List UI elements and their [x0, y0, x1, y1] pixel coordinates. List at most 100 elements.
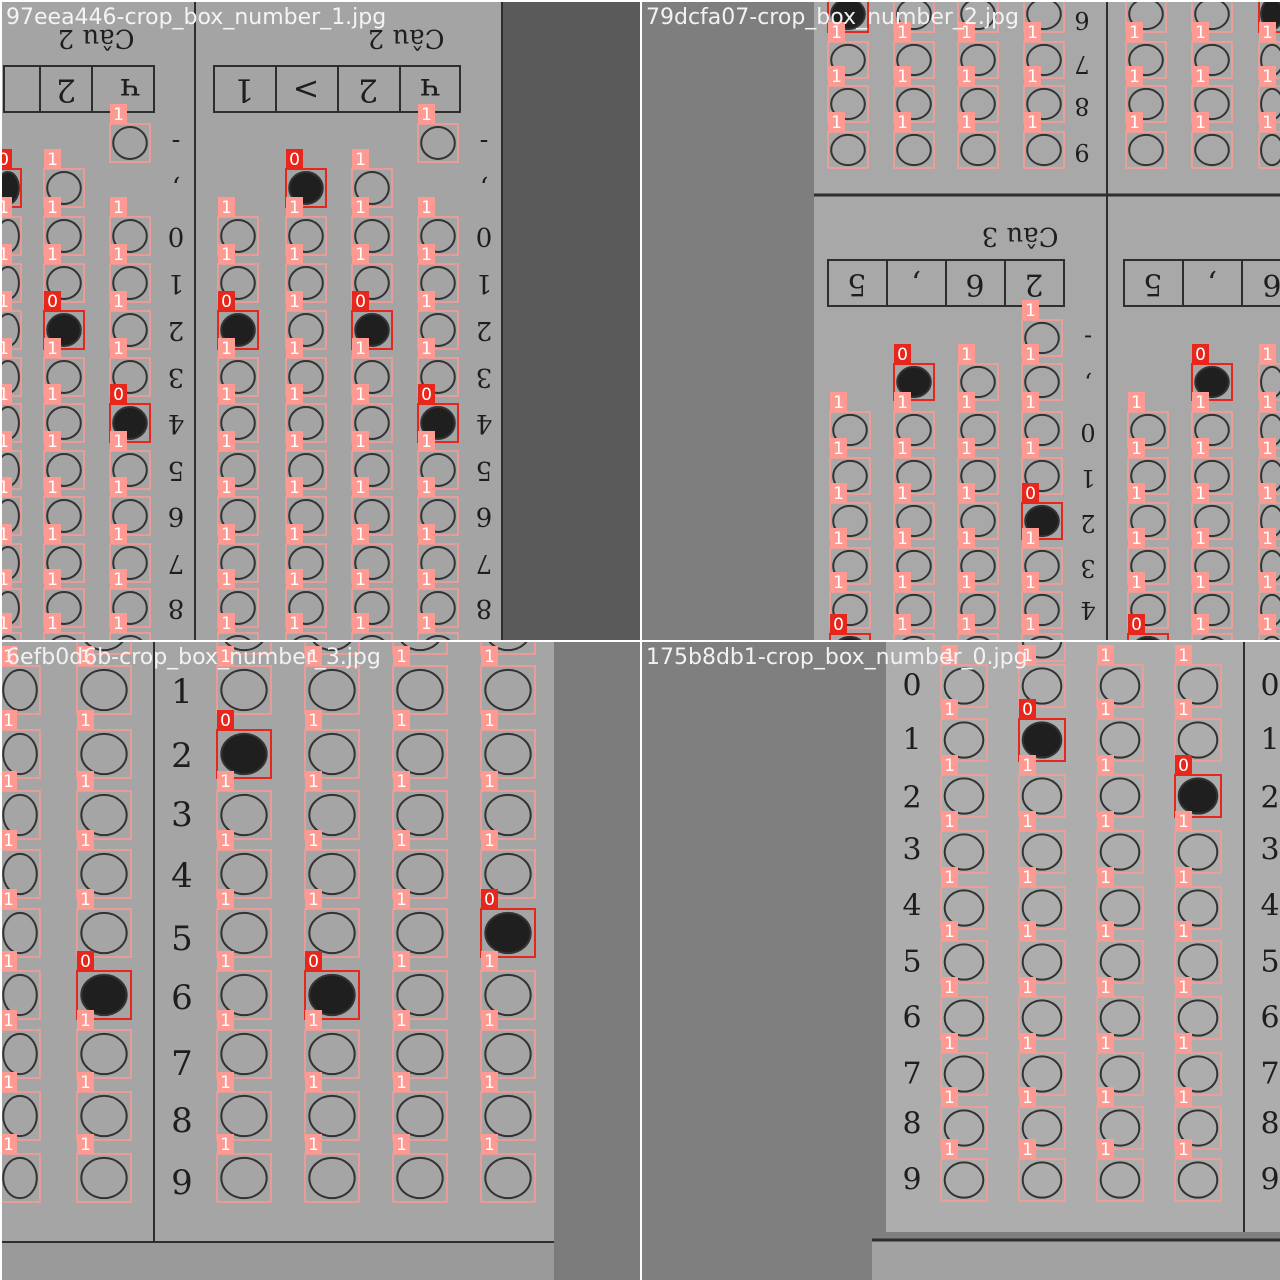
class-label: 1 [1178, 812, 1189, 832]
class-label: 1 [897, 439, 908, 459]
class-label: 1 [2, 432, 9, 452]
class-label: 1 [944, 812, 955, 832]
class-label: 1 [1025, 301, 1036, 321]
class-label: 1 [47, 570, 58, 590]
row-label: 1 [902, 723, 921, 758]
class-label: 1 [1129, 113, 1140, 133]
class-label: 1 [355, 339, 366, 359]
class-label: 1 [961, 393, 972, 413]
class-label: 1 [396, 647, 407, 667]
class-label: 0 [113, 385, 124, 405]
class-label: 0 [421, 385, 432, 405]
class-label: 1 [1131, 484, 1142, 504]
row-label: , [1084, 370, 1092, 398]
class-label: 0 [897, 345, 908, 365]
class-label: 1 [355, 614, 366, 634]
row-label: 3 [168, 362, 185, 392]
question-title: Câu 2 [58, 23, 135, 53]
class-label: 1 [3, 1073, 14, 1093]
class-label: 1 [355, 150, 366, 170]
row-label: 0 [902, 669, 921, 704]
tile-4-image: 0 0 1 1 2 2 3 3 4 4 5 5 6 6 7 7 8 8 9 9 1 1 1 1 1 1 1 1 1 1 1 1 0 1 1 1 1 1 1… [642, 642, 1280, 1280]
row-label: 7 [168, 548, 185, 578]
class-label: 1 [484, 1073, 495, 1093]
class-label: 1 [308, 831, 319, 851]
class-label: 1 [1022, 812, 1033, 832]
class-label: 1 [944, 1034, 955, 1054]
class-label: 1 [1195, 573, 1206, 593]
class-label: 1 [1025, 529, 1036, 549]
class-label: 1 [944, 868, 955, 888]
row-label: 4 [171, 856, 193, 896]
class-label: 1 [2, 292, 9, 312]
class-label: 1 [1262, 23, 1273, 43]
class-label: 1 [1131, 439, 1142, 459]
class-label: 1 [421, 432, 432, 452]
class-label: 1 [1129, 67, 1140, 87]
class-label: 1 [484, 711, 495, 731]
header-digit: 2 [56, 71, 76, 109]
row-label: 4 [476, 408, 493, 438]
class-label: 1 [47, 525, 58, 545]
class-label: 1 [1100, 812, 1111, 832]
class-label: 1 [221, 570, 232, 590]
class-label: 1 [47, 478, 58, 498]
class-label: 1 [289, 339, 300, 359]
class-label: 1 [1178, 1034, 1189, 1054]
row-label: 4 [1080, 596, 1095, 624]
row-label: 3 [1080, 554, 1095, 582]
row-label: - [480, 127, 489, 157]
class-label: 1 [3, 1135, 14, 1155]
class-label: 1 [1195, 23, 1206, 43]
class-label: 1 [1022, 978, 1033, 998]
class-label: 1 [484, 1135, 495, 1155]
class-label: 1 [2, 385, 9, 405]
row-label: 0 [1260, 669, 1279, 704]
class-label: 1 [113, 614, 124, 634]
class-label: 1 [221, 525, 232, 545]
class-label: 1 [80, 890, 91, 910]
class-label: 1 [421, 198, 432, 218]
row-label: 2 [171, 736, 193, 776]
class-label: 1 [1178, 922, 1189, 942]
class-label: 1 [833, 529, 844, 549]
class-label: 1 [421, 339, 432, 359]
class-label: 1 [897, 573, 908, 593]
class-label: 1 [421, 570, 432, 590]
class-label: 1 [1178, 646, 1189, 666]
class-label: 1 [484, 831, 495, 851]
tile-3-image: 1 2 3 4 5 6 7 8 9 1 1 1 1 1 1 1 1 1 1 1 1 1 1 1 0 1 1 1 1 1 0 1 1 1 1 1 1 1 1… [2, 642, 640, 1280]
mosaic-tile-2: Câu 3 26,56,5 6789-,01234 01111111111111… [642, 2, 1280, 640]
class-label: 1 [1025, 345, 1036, 365]
row-label: 7 [1074, 50, 1089, 78]
row-label: , [480, 173, 488, 203]
class-label: 1 [1131, 573, 1142, 593]
row-label: 3 [171, 795, 193, 835]
row-label: 4 [1260, 889, 1279, 924]
class-label: 1 [396, 831, 407, 851]
class-label: 1 [220, 1135, 231, 1155]
class-label: 1 [1025, 573, 1036, 593]
class-label: 1 [3, 831, 14, 851]
class-label: 1 [355, 570, 366, 590]
class-label: 1 [961, 67, 972, 87]
row-label: 6 [1260, 1001, 1279, 1036]
class-label: 1 [80, 711, 91, 731]
class-label: 1 [221, 614, 232, 634]
class-label: 0 [1178, 756, 1189, 776]
filled-bubble [484, 911, 532, 955]
row-label: 9 [1074, 138, 1089, 166]
class-label: 1 [897, 67, 908, 87]
class-label: 1 [1195, 529, 1206, 549]
class-label: 1 [421, 245, 432, 265]
class-label: 1 [1195, 439, 1206, 459]
row-label: - [1084, 324, 1092, 352]
row-label: 6 [1074, 6, 1089, 34]
class-label: 1 [484, 772, 495, 792]
class-label: 1 [1022, 1034, 1033, 1054]
class-label: 1 [221, 339, 232, 359]
class-label: 1 [221, 245, 232, 265]
header-digit: > [293, 71, 320, 109]
row-label: 8 [168, 593, 185, 623]
class-label: 1 [308, 890, 319, 910]
